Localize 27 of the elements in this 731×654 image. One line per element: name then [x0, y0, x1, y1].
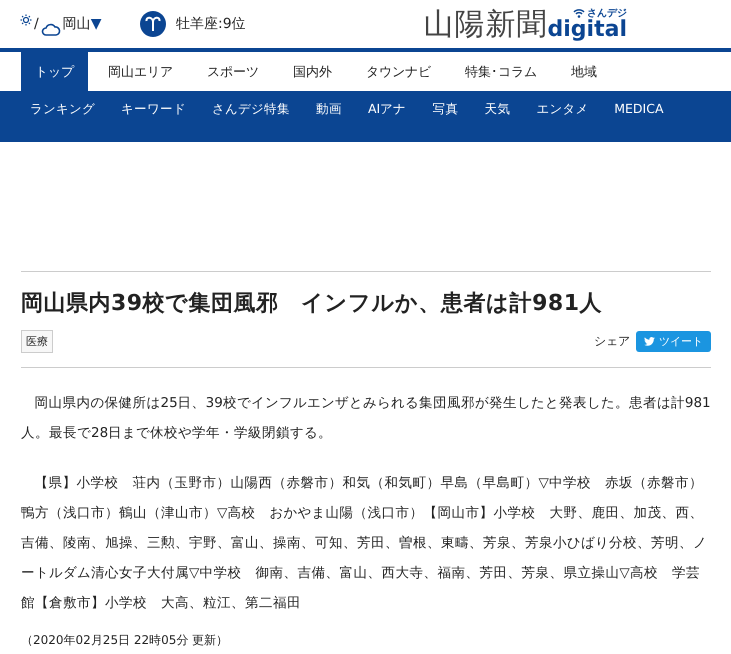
- article-paragraph: 【県】小学校 荘内（玉野市）山陽西（赤磐市）和気（和気町）早島（早島町）▽中学校 赤坂（赤磐市）鴨方（浅口市）鶴山（津山市）▽高校 おかやま山陽（浅口市）【岡山市】小学校 大野、鹿田、加茂、西、吉備、陵南、旭操、三勲、宇野、富山、操南、可知、芳田、曽根、東疇、芳泉、芳泉小ひばり分校、芳明、ノートルダム清心女子大付属▽中学校 御南、吉備、富山、西大寺、福南、芳田、芳泉、県立操山▽高校 学芸館【倉敷市】小学校 大高、粒江、第二福田: [21, 474, 708, 613]
- article-paragraph: 岡山県内の保健所は25日、39校でインフルエンザとみられる集団風邪が発生したと発表した。患者は計981人。最長で28日まで休校や学年・学級閉鎖する。: [21, 394, 711, 443]
- subnav-link[interactable]: 写真: [432, 99, 458, 119]
- subnav-link[interactable]: 動画: [316, 99, 342, 119]
- cloud-icon: [40, 22, 61, 36]
- category-tag[interactable]: 医療: [21, 330, 53, 353]
- nav-tab[interactable]: トップ: [21, 52, 88, 91]
- aries-icon: [140, 11, 166, 37]
- article-title: 岡山県内39校で集団風邪 インフルか、患者は計981人: [21, 290, 604, 318]
- city-selector[interactable]: 岡山▼: [62, 15, 102, 33]
- share-label: シェア: [594, 333, 630, 350]
- subnav-link[interactable]: エンタメ: [536, 99, 588, 119]
- logo-tagline: さんデジ: [587, 8, 627, 18]
- subnav-link[interactable]: MEDICA: [614, 99, 664, 119]
- subnav-link[interactable]: キーワード: [121, 99, 186, 119]
- wifi-icon: [573, 8, 585, 18]
- update-time: （2020年02月25日 22時05分 更新）: [21, 632, 230, 648]
- subnav-link[interactable]: 天気: [484, 99, 510, 119]
- horoscope-rank: 牡羊座:9位: [176, 15, 246, 33]
- subnav-link[interactable]: AIアナ: [368, 99, 406, 119]
- bird-icon: [644, 337, 655, 346]
- logo-name: 山陽新聞: [424, 8, 548, 40]
- subnav-link[interactable]: ランキング: [30, 99, 95, 119]
- subnav-link[interactable]: さんデジ特集: [212, 99, 290, 119]
- logo-brand: digital: [548, 18, 627, 40]
- sun-icon: [20, 14, 32, 26]
- weather-separator: /: [34, 16, 39, 32]
